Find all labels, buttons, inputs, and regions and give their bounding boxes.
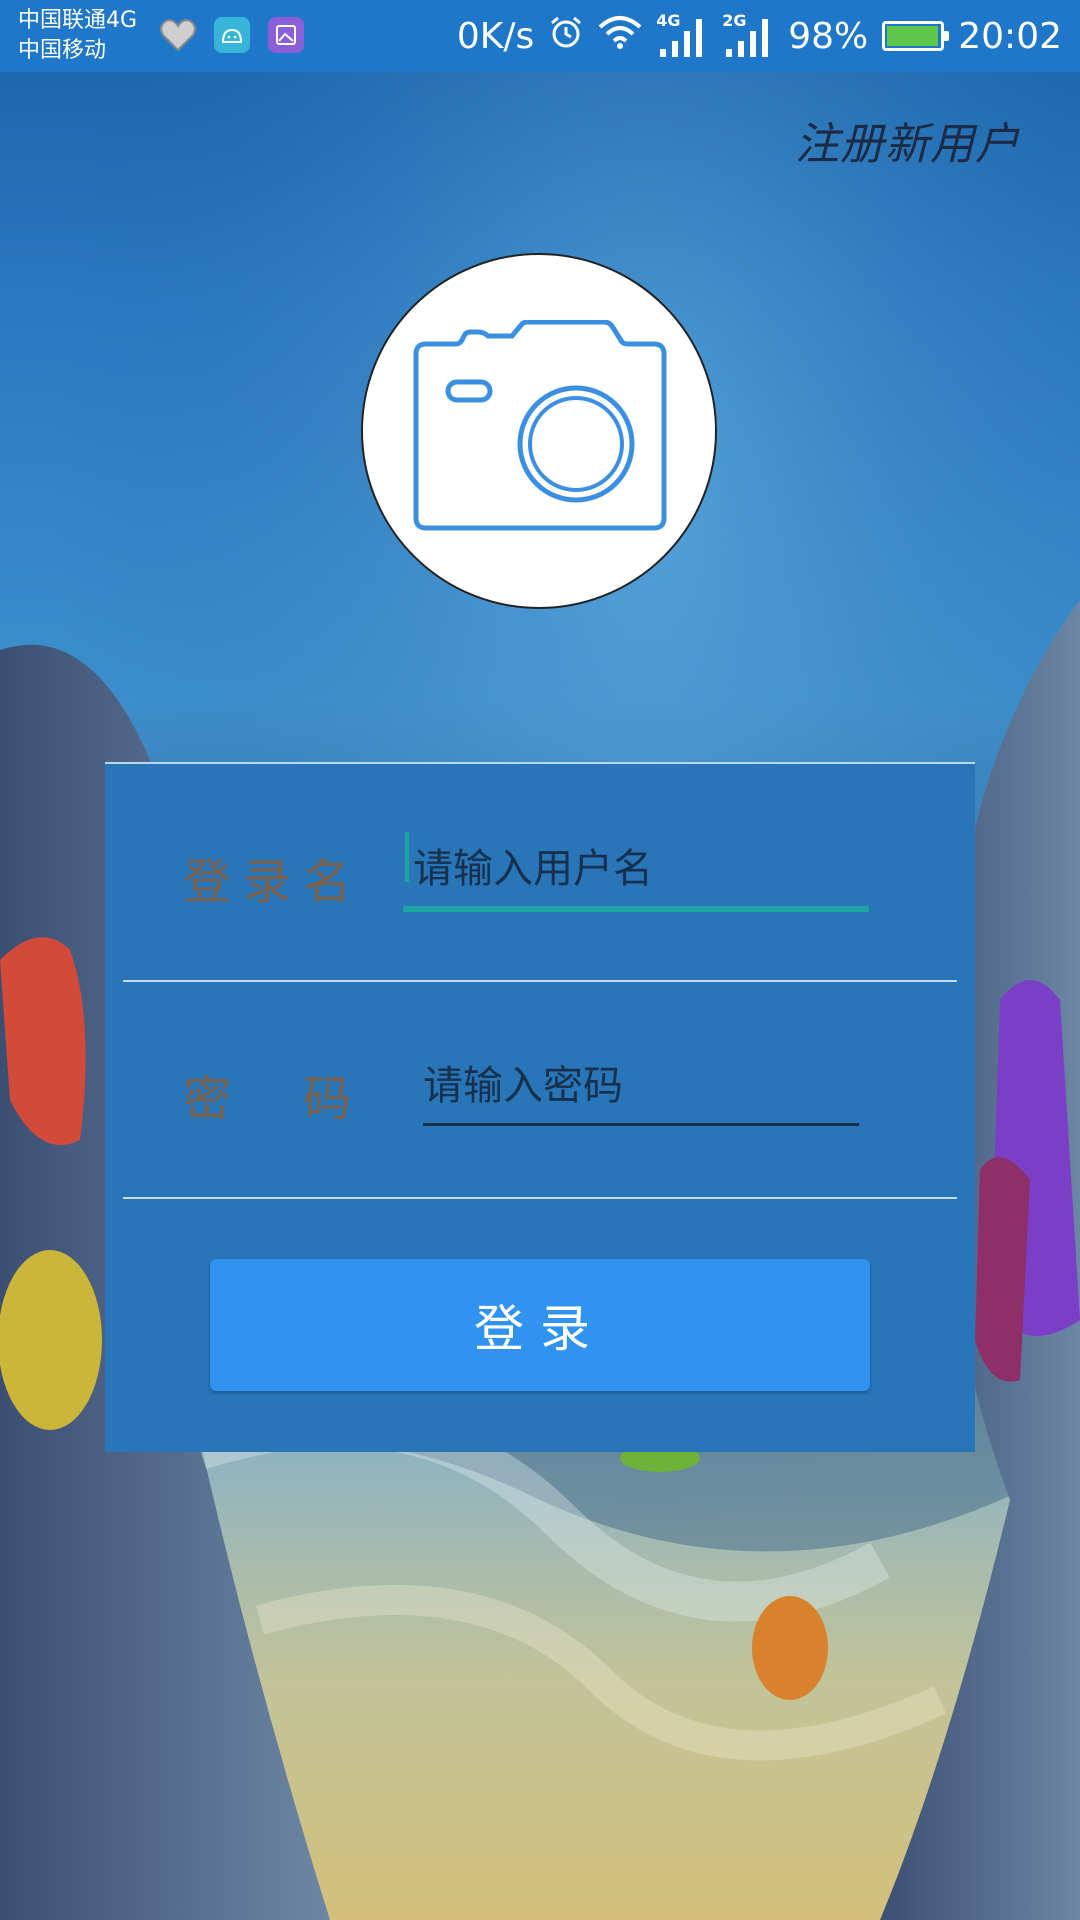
username-underline [403, 906, 869, 912]
battery-percent: 98% [788, 15, 869, 57]
signal-icon: 2G [722, 11, 774, 59]
heart-app-icon [160, 17, 196, 53]
time: 20:02 [958, 15, 1062, 57]
signal-icon: 4G [656, 11, 708, 59]
carrier-1: 中国联通4G [18, 8, 138, 33]
register-new-user-link[interactable]: 注册新用户 [795, 108, 1020, 172]
gallery-icon [268, 17, 304, 53]
text-cursor [405, 832, 409, 882]
android-icon [214, 17, 250, 53]
carrier-2: 中国移动 [18, 38, 107, 63]
login-button[interactable]: 登录 [210, 1259, 870, 1391]
alarm-icon [548, 14, 584, 59]
signal-2-type: 2G [722, 11, 747, 30]
battery-charging-icon [882, 21, 950, 51]
divider [123, 1197, 957, 1199]
password-underline [423, 1123, 859, 1126]
camera-icon [413, 320, 667, 531]
signal-1-type: 4G [656, 11, 681, 30]
username-input[interactable]: 请输入用户名 [413, 836, 873, 894]
carrier-info: 中国联通4G 中国移动 [18, 6, 137, 66]
password-label: 密 码 [183, 1071, 364, 1127]
wifi-icon [598, 15, 642, 58]
status-bar: 中国联通4G 中国移动 0K/s 4G 2G 98% 20:02 [0, 0, 1080, 72]
username-label: 登录名 [183, 854, 364, 910]
login-form-card: 登录名 请输入用户名 密 码 请输入密码 登录 [105, 762, 975, 1452]
username-row: 登录名 请输入用户名 [123, 764, 957, 980]
net-speed: 0K/s [456, 15, 535, 57]
status-right: 0K/s 4G 2G 98% 20:02 [457, 0, 1062, 72]
avatar-upload-button[interactable] [361, 253, 717, 609]
password-row: 密 码 请输入密码 [123, 981, 957, 1197]
password-input[interactable]: 请输入密码 [423, 1053, 863, 1111]
